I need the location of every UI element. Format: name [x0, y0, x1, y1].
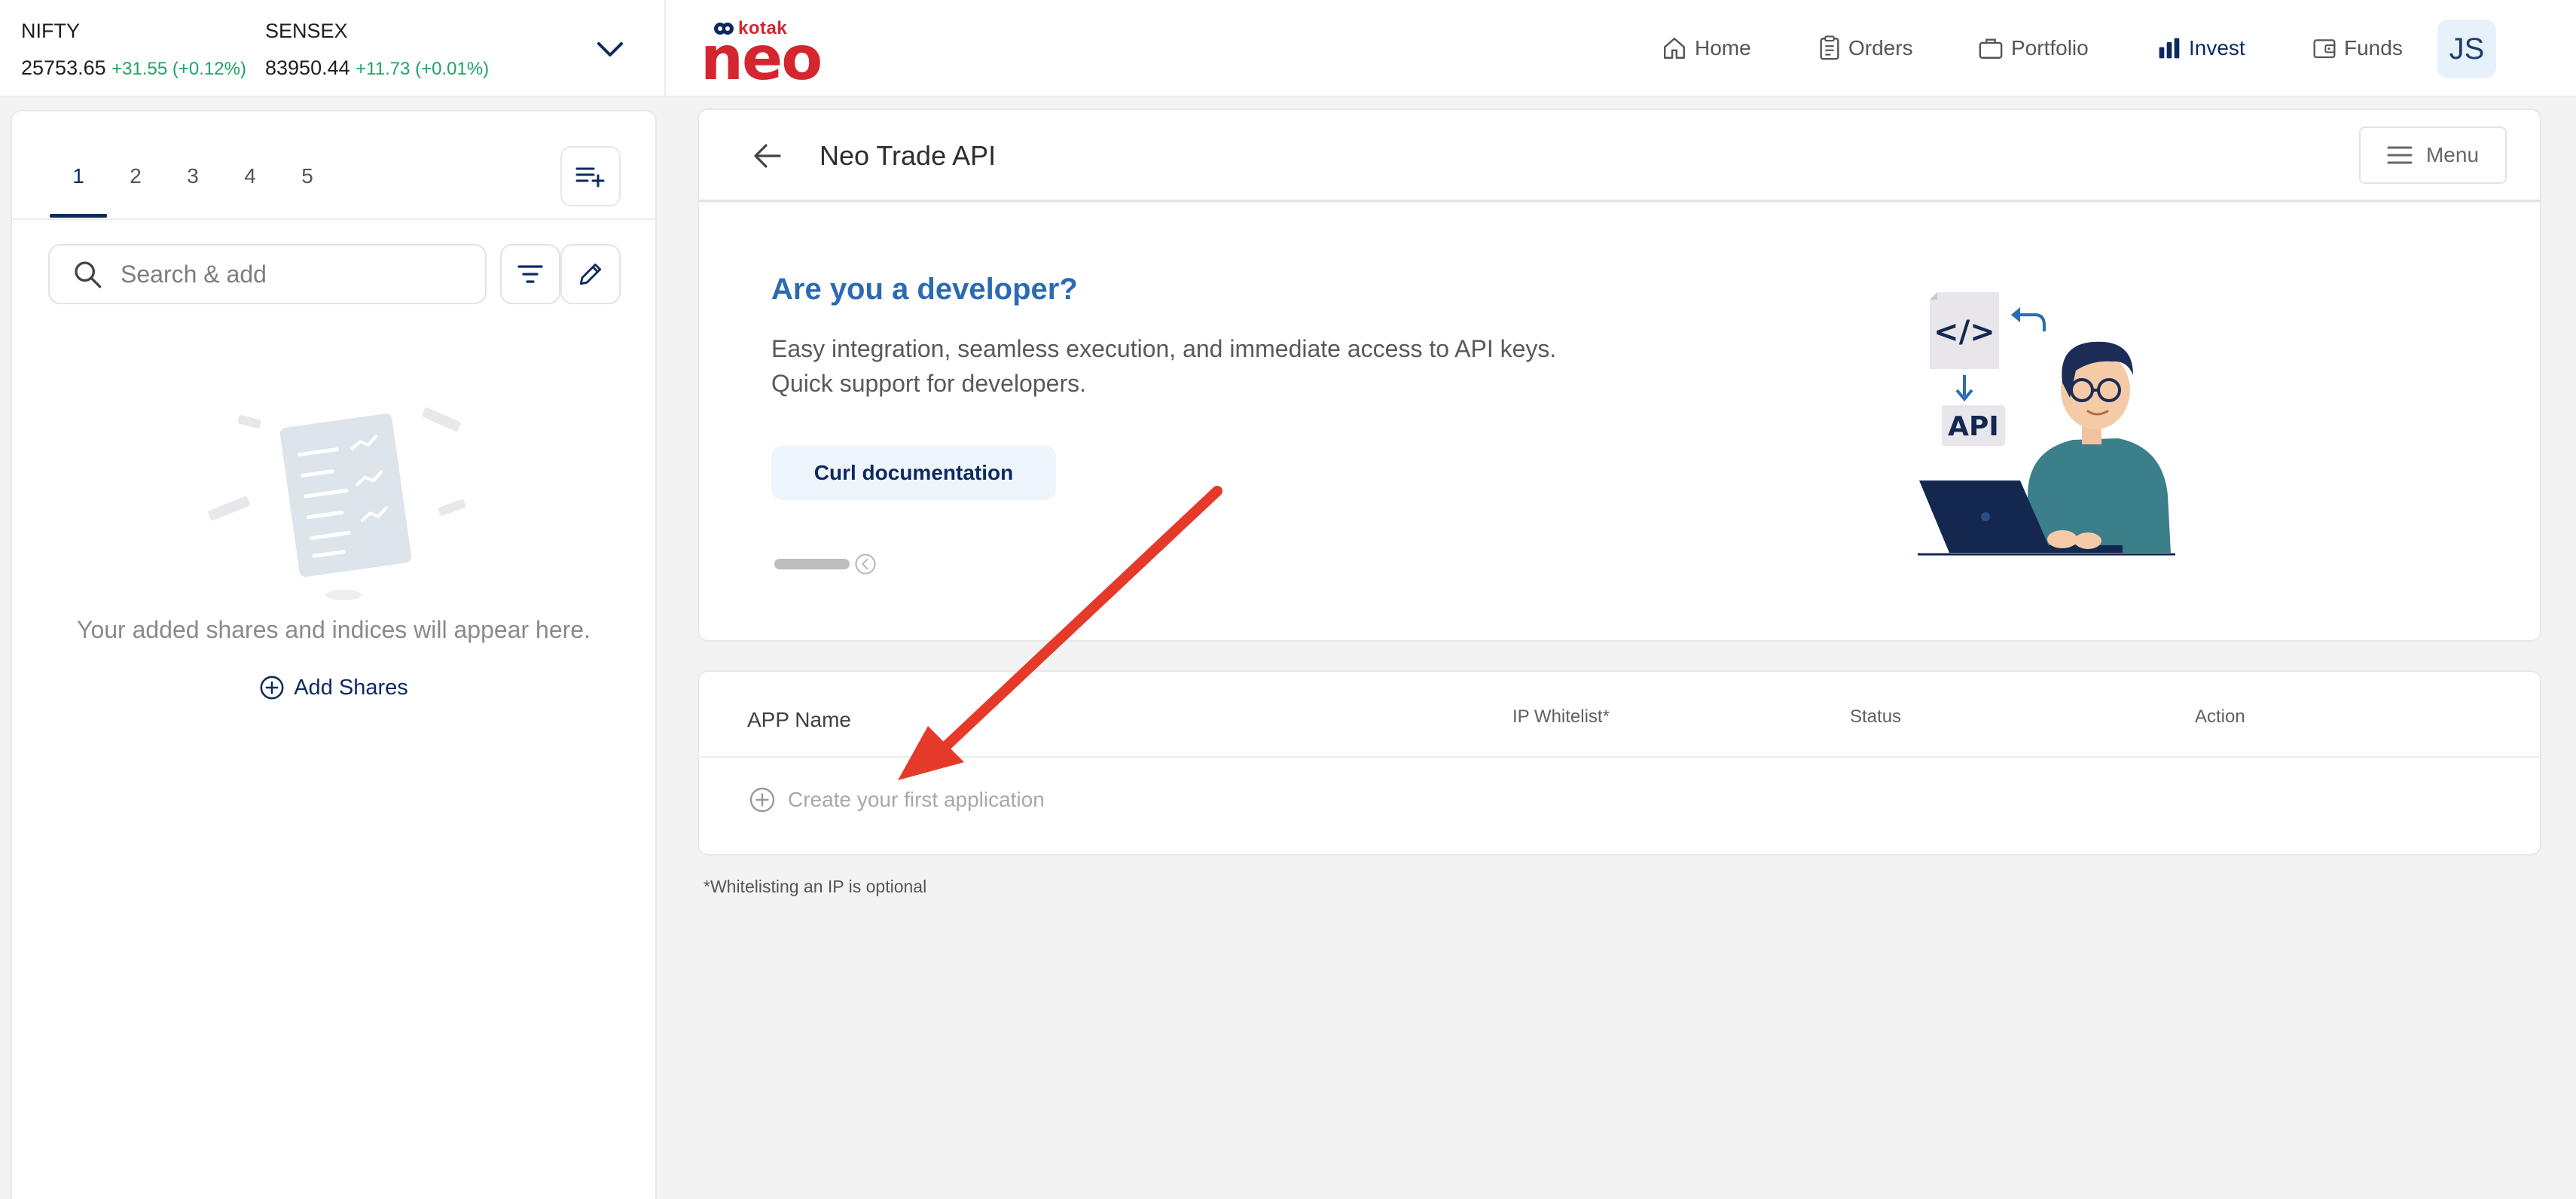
ticker-sensex[interactable]: SENSEX 83950.44 +11.73 (+0.01%) [265, 20, 489, 80]
hero-description-line: Easy integration, seamless execution, an… [771, 335, 1557, 362]
plus-circle-icon [749, 787, 775, 813]
applications-table: APP Name IP Whitelist* Status Action Cre… [697, 670, 2541, 856]
column-header-status: Status [1850, 706, 1902, 727]
curl-documentation-button[interactable]: Curl documentation [771, 446, 1056, 500]
hero-description-line: Quick support for developers. [771, 370, 1086, 397]
search-icon [75, 261, 102, 288]
create-application-label: Create your first application [788, 788, 1045, 811]
back-button[interactable] [749, 137, 786, 175]
arrow-left-icon [754, 144, 781, 168]
edit-watchlist-button[interactable] [560, 244, 621, 304]
index-ticker-bar[interactable]: NIFTY 25753.65 +31.55 (+0.12%) SENSEX 83… [0, 0, 666, 96]
page-header: Neo Trade API Menu [699, 110, 2540, 202]
add-watchlist-button[interactable] [560, 146, 621, 206]
column-header-action: Action [2195, 706, 2245, 727]
ticker-nifty[interactable]: NIFTY 25753.65 +31.55 (+0.12%) [21, 20, 246, 80]
nav-invest[interactable]: Invest [2157, 0, 2245, 96]
nav-label: Portfolio [2011, 36, 2089, 59]
ticker-change: +11.73 (+0.01%) [356, 59, 490, 79]
illustration-api-text: API [1948, 411, 1999, 442]
column-header-ip-whitelist: IP Whitelist* [1512, 706, 1610, 727]
nav-label: Home [1695, 36, 1751, 59]
watchlist-tab-3[interactable]: 3 [182, 164, 204, 188]
briefcase-icon [1979, 38, 2003, 59]
kotak-neo-logo[interactable]: kotak neo [700, 17, 823, 89]
plus-circle-icon [260, 676, 284, 700]
ticker-name: SENSEX [265, 20, 348, 42]
watchlist-search[interactable] [48, 244, 487, 304]
chevron-down-icon[interactable] [595, 35, 625, 65]
watchlist-tab-1[interactable]: 1 [67, 164, 90, 188]
carousel-prev-icon[interactable] [854, 553, 877, 575]
empty-watchlist-text: Your added shares and indices will appea… [77, 616, 591, 643]
watchlist-tab-2[interactable]: 2 [124, 164, 147, 188]
carousel-dot-active[interactable] [774, 559, 850, 569]
watchlist-tab-4[interactable]: 4 [239, 164, 261, 188]
whitelist-footnote: *Whitelisting an IP is optional [704, 877, 927, 896]
nav-orders[interactable]: Orders [1818, 0, 1913, 96]
hero-description: Easy integration, seamless execution, an… [771, 331, 1556, 401]
bar-chart-icon [2159, 38, 2180, 59]
nav-label: Invest [2189, 36, 2245, 59]
ticker-value: 83950.44 [265, 56, 350, 79]
carousel-indicator [774, 553, 877, 575]
home-icon [1664, 38, 1685, 59]
menu-button[interactable]: Menu [2359, 127, 2507, 184]
nav-label: Funds [2344, 36, 2403, 59]
hamburger-icon [2387, 146, 2413, 164]
nav-label: Orders [1848, 36, 1913, 59]
filter-icon [517, 265, 543, 283]
add-shares-button[interactable]: Add Shares [12, 675, 655, 700]
column-header-app-name: APP Name [747, 708, 851, 731]
clipboard-icon [1820, 35, 1839, 60]
page-title: Neo Trade API [819, 140, 997, 171]
nav-portfolio[interactable]: Portfolio [1978, 0, 2089, 96]
empty-watchlist-illustration [208, 407, 466, 600]
ticker-value: 25753.65 [21, 56, 106, 79]
add-shares-label: Add Shares [294, 675, 408, 700]
user-avatar[interactable]: JS [2437, 20, 2496, 78]
logo-neo-text: neo [700, 23, 823, 93]
menu-label: Menu [2425, 143, 2480, 166]
hero-heading: Are you a developer? [771, 273, 1078, 306]
wallet-icon [2313, 39, 2336, 59]
watchlist-tab-5[interactable]: 5 [296, 164, 319, 188]
illustration-code-text: </> [1934, 315, 1995, 349]
ticker-name: NIFTY [21, 20, 80, 42]
filter-button[interactable] [500, 244, 560, 304]
pencil-icon [579, 263, 602, 285]
ticker-change: +31.55 (+0.12%) [111, 59, 246, 79]
playlist-add-icon [575, 167, 605, 188]
table-header: APP Name IP Whitelist* Status Action [699, 672, 2540, 758]
api-hero-card: Neo Trade API Menu Are you a developer? … [697, 108, 2541, 642]
developer-illustration: </> API [1918, 292, 2175, 556]
watchlist-tabs: 1 2 3 4 5 [12, 111, 655, 220]
search-input[interactable] [121, 260, 467, 288]
top-header: NIFTY 25753.65 +31.55 (+0.12%) SENSEX 83… [0, 0, 2576, 96]
active-tab-indicator [50, 214, 107, 218]
nav-home[interactable]: Home [1662, 0, 1751, 96]
create-application-button[interactable]: Create your first application [749, 786, 1045, 813]
nav-funds[interactable]: Funds [2312, 0, 2403, 96]
watchlist-panel: 1 2 3 4 5 Your added shares and indices … [11, 110, 657, 1199]
